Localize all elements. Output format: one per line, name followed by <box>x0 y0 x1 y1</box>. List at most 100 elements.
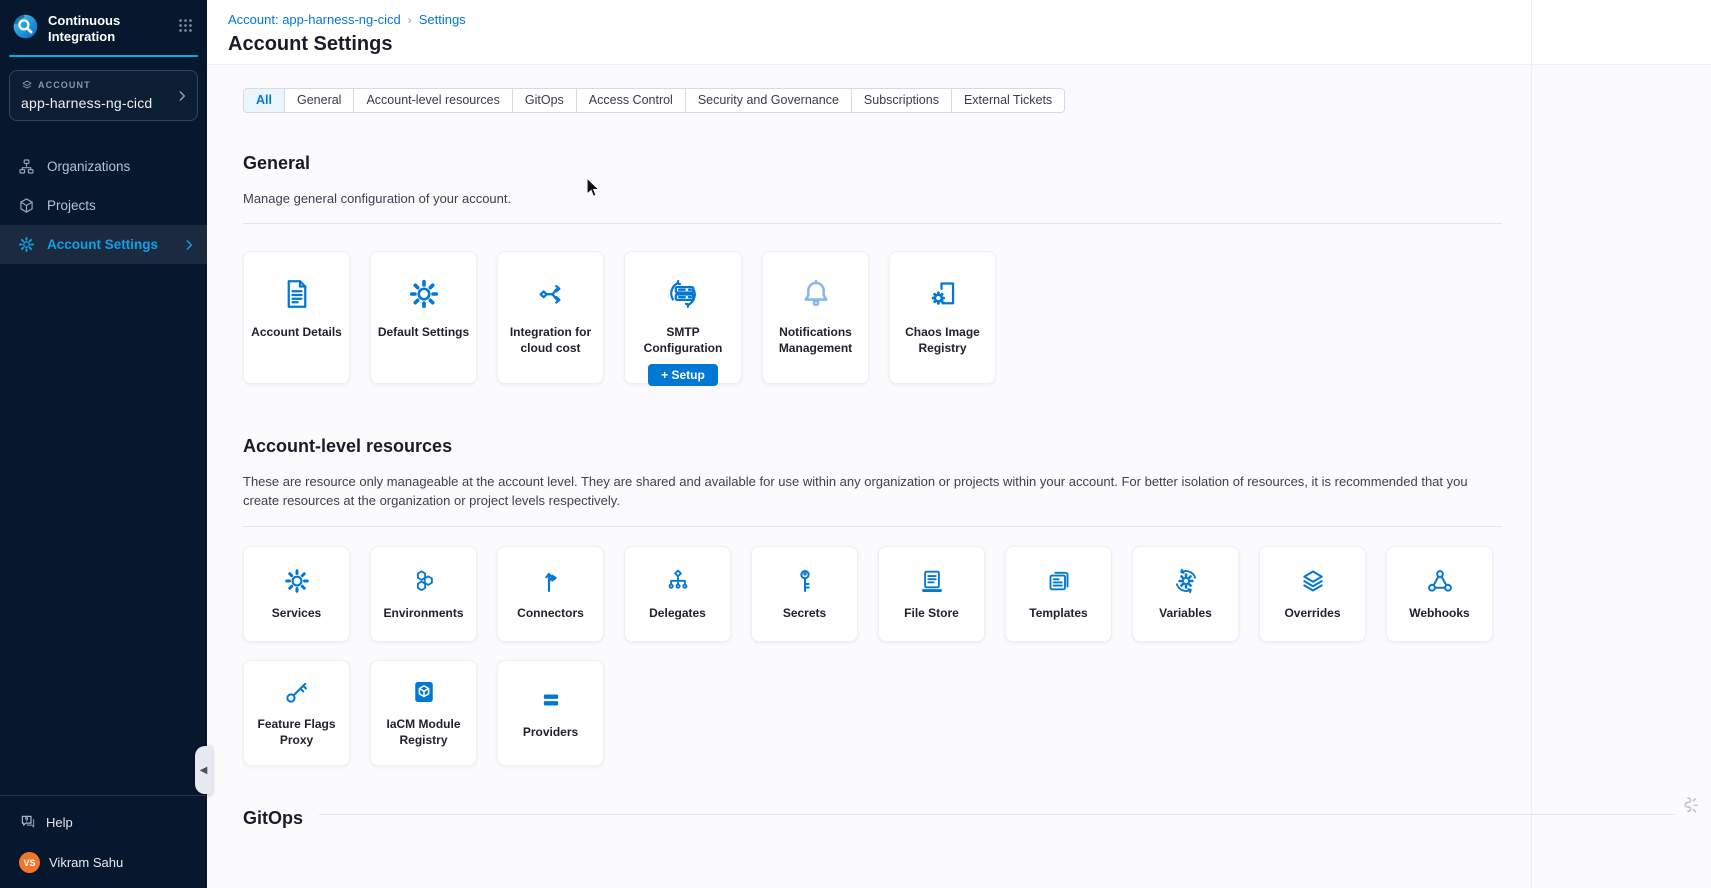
fork-arrows-icon <box>536 566 566 596</box>
card-label: Integration for cloud cost <box>498 324 603 356</box>
user-menu[interactable]: VS Vikram Sahu <box>19 852 207 873</box>
card-notifications-management[interactable]: Notifications Management <box>762 251 869 384</box>
card-label: Default Settings <box>373 324 474 340</box>
sidebar-collapse-handle[interactable]: ◀ <box>195 746 212 794</box>
sidebar: Continuous Integration ACCOUNT app-harne… <box>0 0 207 888</box>
file-lines-icon <box>917 566 947 596</box>
card-services[interactable]: Services <box>243 546 350 642</box>
key-icon <box>790 566 820 596</box>
card-default-settings[interactable]: Default Settings <box>370 251 477 384</box>
sidebar-item-label: Projects <box>47 198 96 213</box>
cog-icon <box>282 566 312 596</box>
tab-external-tickets[interactable]: External Tickets <box>952 89 1064 112</box>
gear-icon <box>406 276 442 312</box>
card-secrets[interactable]: Secrets <box>751 546 858 642</box>
assistant-icon[interactable] <box>1681 794 1703 816</box>
card-smtp-configuration[interactable]: SMTP Configuration + Setup <box>624 251 742 384</box>
card-iacm-module-registry[interactable]: IaCM Module Registry <box>370 660 477 766</box>
module-title: Continuous Integration <box>48 13 144 44</box>
section-divider <box>243 223 1502 224</box>
card-environments[interactable]: Environments <box>370 546 477 642</box>
card-label: Templates <box>1024 605 1092 621</box>
sidebar-item-label: Account Settings <box>47 237 158 252</box>
cube-icon <box>17 196 36 215</box>
resource-cards-row1: Services Environments Connectors Delegates S… <box>243 546 1711 642</box>
tab-security-and-governance[interactable]: Security and Governance <box>686 89 852 112</box>
share-network-icon <box>533 276 569 312</box>
bars-icon <box>536 685 566 715</box>
resource-cards-row2: Feature Flags Proxy IaCM Module Registry P… <box>243 660 1711 766</box>
card-delegates[interactable]: Delegates <box>624 546 731 642</box>
card-connectors[interactable]: Connectors <box>497 546 604 642</box>
card-feature-flags-proxy[interactable]: Feature Flags Proxy <box>243 660 350 766</box>
smtp-server-icon <box>665 276 701 312</box>
diagonal-key-icon <box>282 677 312 707</box>
card-label: Providers <box>518 724 583 740</box>
card-label: Environments <box>378 605 468 621</box>
sidebar-item-organizations[interactable]: Organizations <box>0 147 207 186</box>
image-registry-gear-icon <box>925 276 961 312</box>
module-accent-bar <box>9 55 198 57</box>
tab-gitops[interactable]: GitOps <box>513 89 577 112</box>
sidebar-nav: Organizations Projects Account Settings <box>0 147 207 264</box>
tab-all[interactable]: All <box>244 89 285 112</box>
account-selector[interactable]: ACCOUNT app-harness-ng-cicd <box>9 70 198 121</box>
card-account-details[interactable]: Account Details <box>243 251 350 384</box>
breadcrumb-link-account-app-harness-ng-cicd[interactable]: Account: app-harness-ng-cicd <box>228 12 401 27</box>
resources-section-title: Account-level resources <box>243 436 1711 457</box>
breadcrumb-link-settings[interactable]: Settings <box>419 12 466 27</box>
card-label: Feature Flags Proxy <box>244 716 349 748</box>
card-label: Notifications Management <box>763 324 868 356</box>
tab-account-level-resources[interactable]: Account-level resources <box>354 89 512 112</box>
sidebar-bottom: Help VS Vikram Sahu <box>0 795 207 888</box>
hexagons-icon <box>409 566 439 596</box>
user-name: Vikram Sahu <box>49 855 123 870</box>
org-chart-icon <box>17 157 36 176</box>
gear-icon <box>17 235 36 254</box>
chevron-right-icon <box>175 89 189 103</box>
avatar: VS <box>19 852 40 873</box>
card-templates[interactable]: Templates <box>1005 546 1112 642</box>
bell-icon <box>798 276 834 312</box>
card-chaos-image-registry[interactable]: Chaos Image Registry <box>889 251 996 384</box>
section-divider <box>319 814 1675 815</box>
sidebar-item-projects[interactable]: Projects <box>0 186 207 225</box>
general-cards: Account Details Default Settings Integrati… <box>243 251 1711 384</box>
sidebar-item-account-settings[interactable]: Account Settings <box>0 225 207 264</box>
card-label: Services <box>267 605 326 621</box>
resources-section-description: These are resource only manageable at th… <box>243 473 1493 511</box>
card-providers[interactable]: Providers <box>497 660 604 766</box>
app-grid-icon[interactable] <box>177 17 194 34</box>
layers-icon <box>1298 566 1328 596</box>
card-label: Chaos Image Registry <box>890 324 995 356</box>
card-integration-for-cloud-cost[interactable]: Integration for cloud cost <box>497 251 604 384</box>
card-label: Delegates <box>644 605 711 621</box>
gear-sync-icon <box>1171 566 1201 596</box>
stacked-templates-icon <box>1044 566 1074 596</box>
delegate-hierarchy-icon <box>663 566 693 596</box>
card-label: Connectors <box>512 605 589 621</box>
tab-access-control[interactable]: Access Control <box>577 89 686 112</box>
webhook-icon <box>1425 566 1455 596</box>
card-variables[interactable]: Variables <box>1132 546 1239 642</box>
gitops-section-header: GitOps <box>243 808 1711 829</box>
content: AllGeneralAccount-level resourcesGitOpsA… <box>207 65 1711 829</box>
sidebar-item-label: Organizations <box>47 159 130 174</box>
tab-general[interactable]: General <box>285 89 354 112</box>
card-label: Webhooks <box>1404 605 1474 621</box>
account-name: app-harness-ng-cicd <box>21 95 171 111</box>
card-label: SMTP Configuration <box>625 324 741 356</box>
smtp-setup-button[interactable]: + Setup <box>648 364 718 386</box>
card-webhooks[interactable]: Webhooks <box>1386 546 1493 642</box>
card-file-store[interactable]: File Store <box>878 546 985 642</box>
cube-registry-icon <box>409 677 439 707</box>
document-icon <box>279 276 315 312</box>
help-chat-icon <box>19 813 37 831</box>
card-overrides[interactable]: Overrides <box>1259 546 1366 642</box>
page-title: Account Settings <box>228 33 1711 56</box>
section-divider <box>243 526 1502 527</box>
tab-subscriptions[interactable]: Subscriptions <box>852 89 952 112</box>
card-label: Overrides <box>1279 605 1345 621</box>
help-button[interactable]: Help <box>19 813 207 831</box>
card-label: Variables <box>1154 605 1217 621</box>
